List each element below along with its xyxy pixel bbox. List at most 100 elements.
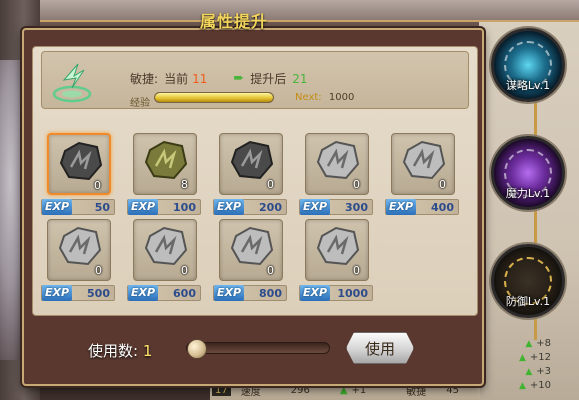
exp-progress-fill (155, 93, 273, 102)
item-slot[interactable]: 0 (133, 219, 197, 281)
item-slot[interactable]: 0 (47, 219, 111, 281)
bonus-value: +8 (536, 338, 551, 349)
agility-crystal-icon (52, 63, 92, 103)
skill-node-defense[interactable]: 防御Lv.1 (491, 244, 565, 318)
exp-stone-item[interactable]: 0 EXP 200 (213, 133, 289, 217)
exp-amount: 50 (94, 201, 110, 214)
exp-badge: EXP (42, 199, 73, 215)
rune-stone-icon (58, 226, 102, 266)
arrow-up-icon: ▲ (525, 338, 533, 349)
skill-label: 谋略Lv.1 (505, 79, 551, 92)
exp-value-tag: EXP 100 (127, 199, 201, 215)
bonus-row: ▲ +10 (519, 380, 551, 391)
exp-badge: EXP (128, 199, 159, 215)
item-slot[interactable]: 0 (219, 219, 283, 281)
skill-label: 魔力Lv.1 (505, 187, 551, 200)
item-slot[interactable]: 0 (391, 133, 455, 195)
exp-badge: EXP (214, 285, 245, 301)
exp-value-tag: EXP 200 (213, 199, 287, 215)
exp-badge: EXP (214, 199, 245, 215)
use-count: 使用数: 1 (88, 340, 152, 361)
level-badge: 17 (212, 385, 231, 396)
slider-handle[interactable] (187, 339, 207, 359)
item-count: 0 (181, 264, 188, 277)
exp-label: 经验 (130, 98, 150, 109)
exp-progress-bar (154, 92, 274, 103)
skill-label: 防御Lv.1 (505, 295, 551, 308)
rune-stone-icon (144, 140, 188, 180)
item-slot[interactable]: 0 (47, 133, 111, 195)
bonus-row: ▲ +8 (525, 338, 551, 349)
after-label: 提升后 (250, 72, 287, 86)
exp-value-tag: EXP 400 (385, 199, 459, 215)
item-count: 0 (439, 178, 446, 191)
rune-stone-icon (316, 140, 360, 180)
bonus-value: +10 (529, 380, 551, 391)
bonus-value: +3 (536, 366, 551, 377)
item-slot[interactable]: 0 (305, 133, 369, 195)
stat-info-box: 敏捷 : 当前 11 ➨ 提升后 21 经验 Next: 1000 (41, 51, 469, 109)
exp-amount: 1000 (337, 287, 368, 300)
rune-stone-icon (402, 140, 446, 180)
bonus-row: ▲ +12 (519, 352, 551, 363)
speed-value: 296 (290, 385, 310, 396)
item-count: 0 (267, 178, 274, 191)
attribute-upgrade-dialog: 属性提升 敏捷 : 当前 11 ➨ 提升后 21 经验 Next: 1000 0… (22, 12, 484, 386)
arrow-right-icon: ➨ (233, 71, 245, 86)
exp-amount: 500 (87, 287, 110, 300)
next-value: 1000 (328, 92, 355, 103)
arrow-up-icon: ▲ (518, 352, 526, 363)
exp-stone-item[interactable]: 8 EXP 100 (127, 133, 203, 217)
use-count-label: 使用数: (88, 342, 139, 360)
exp-stone-item[interactable]: 0 EXP 600 (127, 219, 203, 303)
item-slot[interactable]: 8 (133, 133, 197, 195)
skill-node-strategy[interactable]: 谋略Lv.1 (491, 28, 565, 102)
exp-badge: EXP (300, 199, 331, 215)
exp-amount: 400 (431, 201, 454, 214)
exp-value-tag: EXP 300 (299, 199, 373, 215)
exp-stone-item[interactable]: 0 EXP 800 (213, 219, 289, 303)
speed-bonus: +1 (351, 385, 367, 396)
use-button[interactable]: 使用 (346, 332, 414, 364)
exp-amount: 200 (259, 201, 282, 214)
item-count: 8 (181, 178, 188, 191)
dialog-content-panel: 敏捷 : 当前 11 ➨ 提升后 21 经验 Next: 1000 0 EXP 50… (32, 46, 478, 316)
item-slot[interactable]: 0 (219, 133, 283, 195)
stat-name: 敏捷 (130, 72, 155, 86)
exp-badge: EXP (128, 285, 159, 301)
colon-separator: : (154, 71, 159, 86)
exp-value-tag: EXP 500 (41, 285, 115, 301)
exp-value-tag: EXP 1000 (299, 285, 373, 301)
next-prefix: Next: (295, 92, 322, 103)
exp-value-tag: EXP 600 (127, 285, 201, 301)
next-exp: Next: 1000 (295, 92, 354, 103)
rune-stone-icon (230, 140, 274, 180)
bonus-row: ▲ +3 (525, 366, 551, 377)
item-count: 0 (267, 264, 274, 277)
current-value: 11 (192, 71, 208, 86)
use-count-slider[interactable] (186, 339, 330, 359)
arrow-up-icon: ▲ (525, 366, 533, 377)
rune-stone-icon (144, 226, 188, 266)
item-count: 0 (353, 264, 360, 277)
exp-stone-item[interactable]: 0 EXP 400 (385, 133, 461, 217)
after-value: 21 (292, 71, 308, 86)
stat-comparison: 敏捷 : 当前 11 ➨ 提升后 21 (130, 70, 308, 87)
item-slot[interactable]: 0 (305, 219, 369, 281)
rune-stone-icon (59, 141, 103, 181)
exp-stone-item[interactable]: 0 EXP 1000 (299, 219, 375, 303)
agility-value: 45 (446, 385, 460, 396)
arrow-up-icon: ▲ (518, 380, 526, 391)
exp-stone-item[interactable]: 0 EXP 50 (41, 133, 117, 217)
exp-amount: 100 (173, 201, 196, 214)
skill-node-magic[interactable]: 魔力Lv.1 (491, 136, 565, 210)
rune-stone-icon (230, 226, 274, 266)
arrow-up-icon: ▲ (339, 385, 348, 396)
rune-stone-icon (316, 226, 360, 266)
item-count: 0 (353, 178, 360, 191)
use-count-value: 1 (142, 342, 153, 360)
exp-stone-item[interactable]: 0 EXP 300 (299, 133, 375, 217)
dialog-title: 属性提升 (199, 12, 268, 31)
exp-stone-item[interactable]: 0 EXP 500 (41, 219, 117, 303)
exp-amount: 300 (345, 201, 368, 214)
